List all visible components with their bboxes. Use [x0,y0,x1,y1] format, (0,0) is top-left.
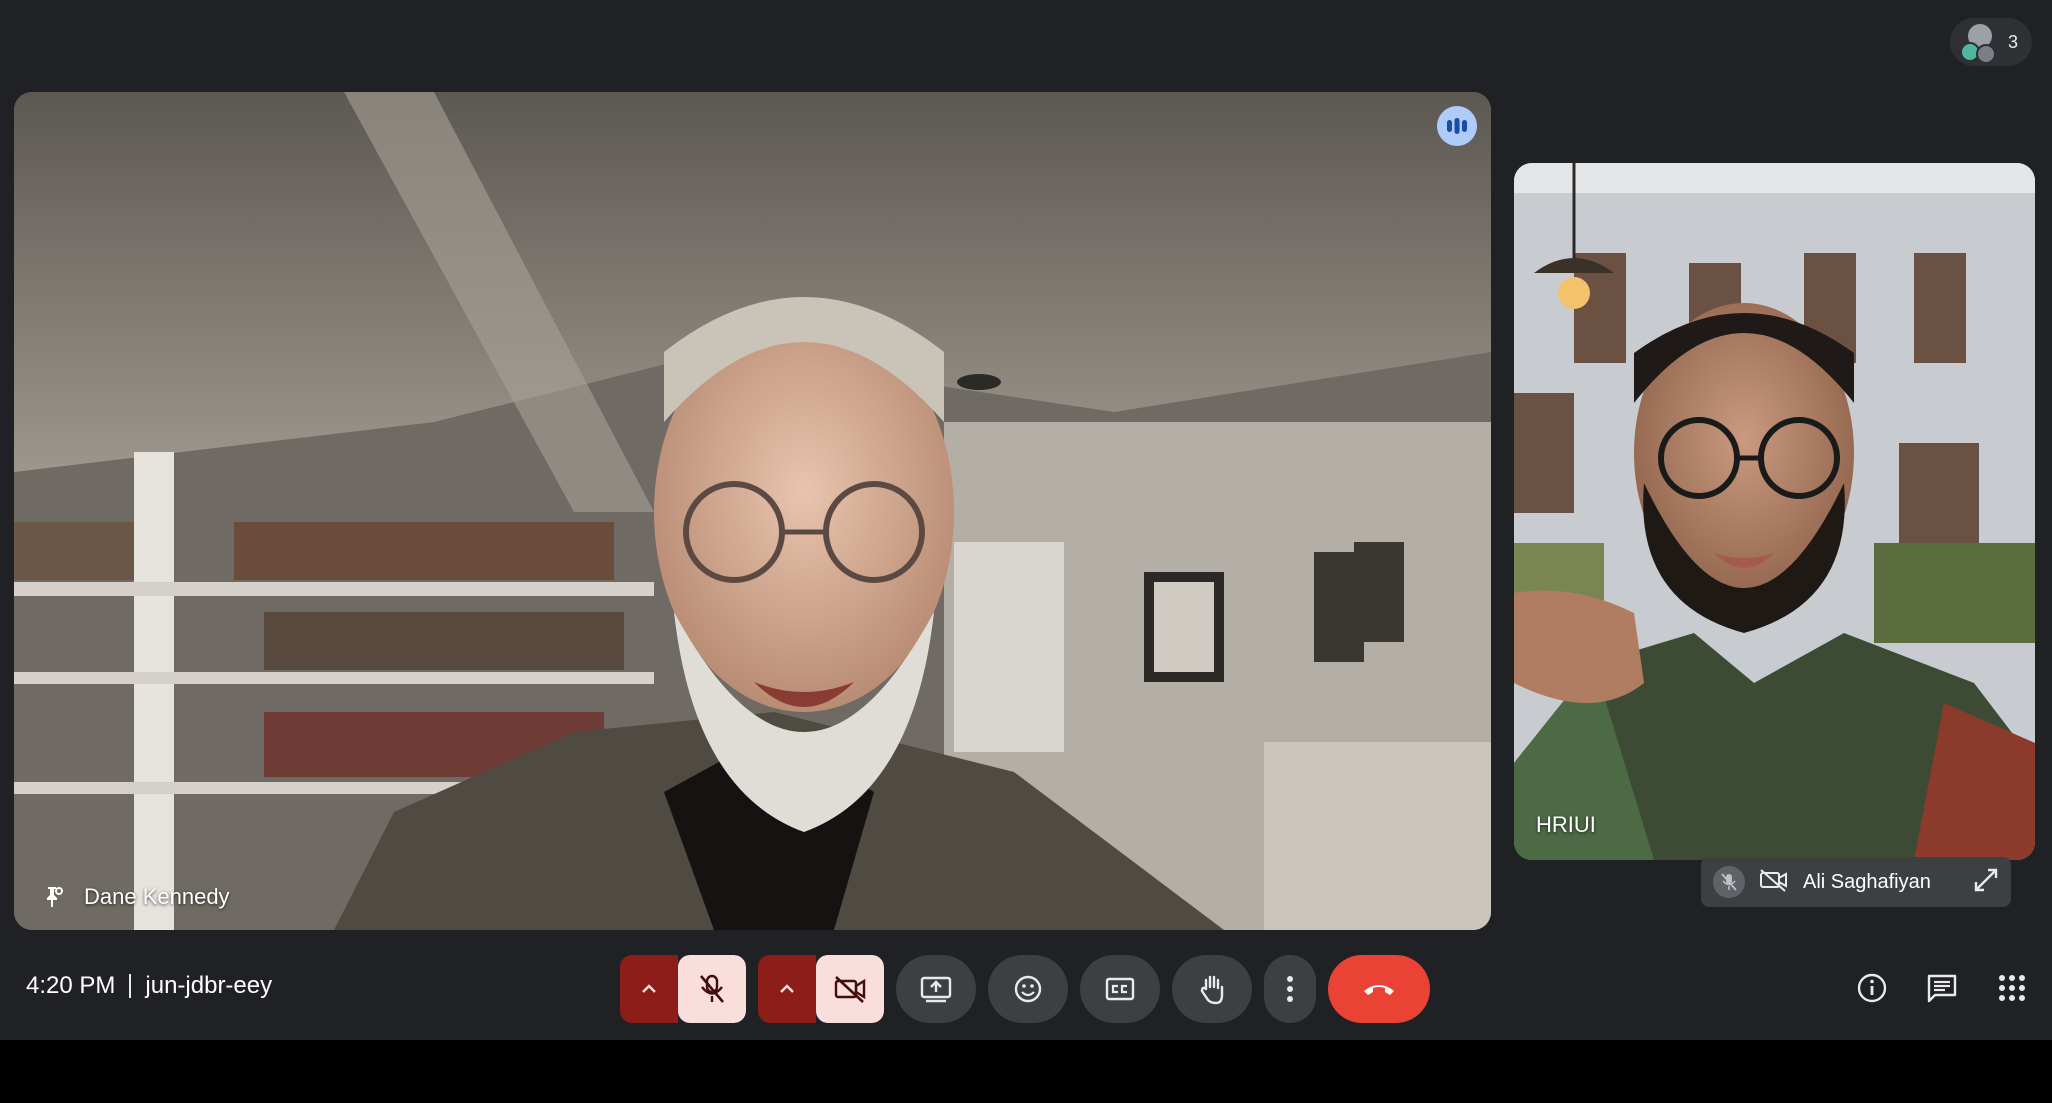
info-icon [1857,973,1887,1003]
mic-off-icon [700,974,724,1003]
side-panel-tools [1850,962,2034,1014]
present-button[interactable] [896,955,976,1023]
meeting-stage: 3 Dane Kennedy HRIUI Ali Saghafiyan 4:20… [0,0,2052,1040]
camera-group [758,955,884,1023]
call-controls [620,955,1430,1023]
clock-time: 4:20 PM [26,972,116,999]
participant-count: 3 [2007,31,2018,52]
self-status-chip: Ali Saghafiyan [1701,857,2011,907]
participants-chip[interactable]: 3 [1949,18,2032,66]
main-participant-label: Dane Kennedy [38,882,230,912]
video-options-button[interactable] [758,955,816,1023]
present-screen-icon [920,976,952,1003]
audio-options-button[interactable] [620,955,678,1023]
raise-hand-button[interactable] [1172,955,1252,1023]
chevron-up-icon [642,984,656,993]
leave-call-button[interactable] [1328,955,1430,1023]
camera-off-icon [834,976,866,1003]
microphone-button[interactable] [678,955,746,1023]
divider [129,974,132,998]
expand-icon[interactable] [1973,867,1999,898]
meeting-details: 4:20 PM jun-jdbr-eey [26,972,272,1000]
main-video-tile[interactable]: Dane Kennedy [14,92,1491,930]
captions-icon [1105,977,1135,1001]
end-call-icon [1364,985,1394,995]
emoji-icon [1014,975,1042,1003]
hand-icon [1200,975,1224,1005]
reactions-button[interactable] [988,955,1068,1023]
chat-icon [1927,974,1957,1003]
self-overlay-text: HRIUI [1536,812,1596,837]
mic-off-icon [1713,866,1745,898]
audio-level-icon [1437,106,1477,146]
main-participant-name: Dane Kennedy [84,884,230,909]
self-video-feed [1514,163,2035,860]
activities-icon [1999,975,2025,1001]
chevron-up-icon [780,984,794,993]
microphone-group [620,955,746,1023]
self-name: Ali Saghafiyan [1803,870,1931,893]
more-vert-icon [1287,976,1293,1002]
more-options-button[interactable] [1264,955,1316,1023]
meeting-code: jun-jdbr-eey [145,972,273,999]
camera-button[interactable] [816,955,884,1023]
main-video-feed [14,92,1491,930]
camera-off-icon [1759,868,1789,897]
chat-button[interactable] [1920,962,1964,1014]
captions-button[interactable] [1080,955,1160,1023]
self-video-tile[interactable]: HRIUI [1514,163,2035,860]
participants-avatar-icon [1958,22,1998,64]
meeting-info-button[interactable] [1850,962,1894,1014]
pin-icon [38,882,68,912]
activities-button[interactable] [1990,962,2034,1014]
